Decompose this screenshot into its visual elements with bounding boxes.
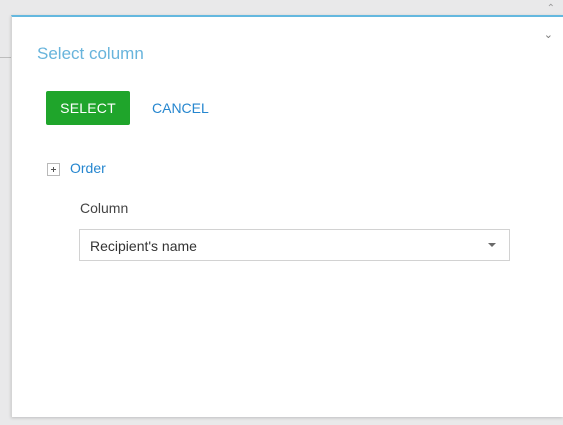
column-select-value: Recipient's name [90,238,197,254]
scroll-up-icon[interactable]: ⌃ [547,4,555,14]
chevron-down-icon[interactable]: ⌄ [544,30,553,41]
group-title-order[interactable]: Order [70,160,106,176]
caret-down-icon[interactable] [488,243,496,247]
column-select[interactable]: Recipient's name [79,229,510,261]
plus-icon[interactable] [47,163,60,176]
select-column-dialog: ⌄ Select column SELECT CANCEL Order Colu… [11,15,563,417]
cancel-button[interactable]: CANCEL [152,91,209,125]
column-field-label: Column [80,200,129,216]
select-button[interactable]: SELECT [46,91,130,125]
dialog-title: Select column [37,44,144,63]
